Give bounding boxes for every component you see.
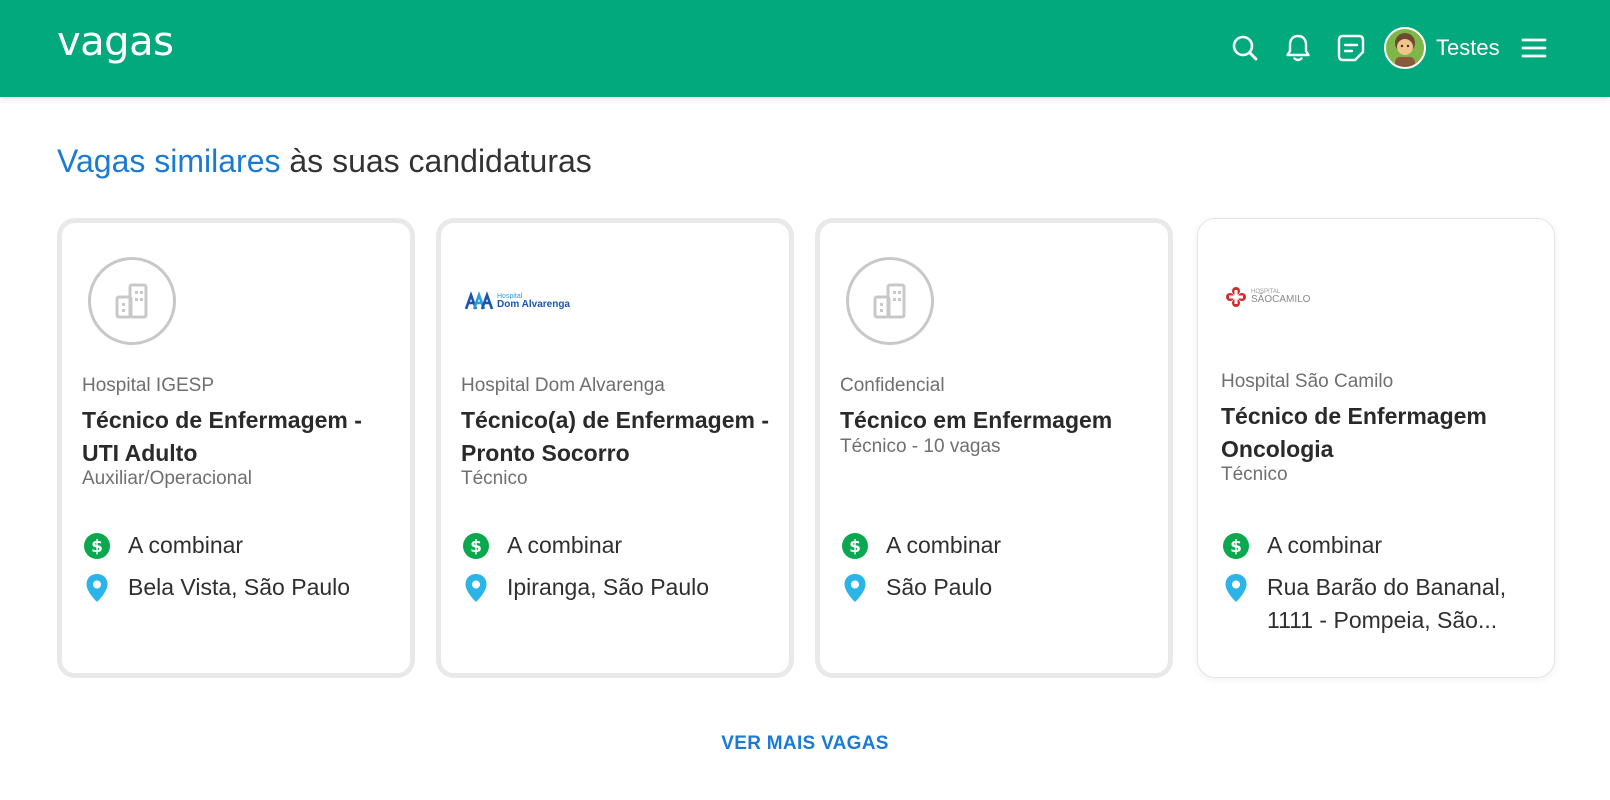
dollar-icon: $	[82, 529, 112, 562]
top-header: vagas Testes	[0, 0, 1610, 97]
location-pin-icon	[82, 571, 112, 604]
svg-text:$: $	[91, 537, 103, 557]
job-card[interactable]: HOSPITAL SÃOCAMILO Hospital São Camilo T…	[1197, 218, 1555, 678]
job-level: Técnico	[1221, 464, 1288, 485]
building-placeholder-icon	[88, 257, 176, 345]
menu-icon[interactable]	[1519, 33, 1549, 63]
location-text: São Paulo	[886, 574, 993, 600]
location-row: Ipiranga, São Paulo	[461, 571, 777, 604]
see-more-jobs-link[interactable]: VER MAIS VAGAS	[0, 733, 1610, 755]
hospital-sao-camilo-logo: HOSPITAL SÃOCAMILO	[1225, 279, 1310, 315]
section-title-highlight: Vagas similares	[57, 143, 281, 179]
job-title[interactable]: Técnico de Enfermagem - UTI Adulto	[82, 404, 398, 470]
company-name: Confidencial	[840, 375, 945, 396]
logo-text: SÃOCAMILO	[1251, 294, 1311, 305]
building-placeholder-icon	[846, 257, 934, 345]
salary-row: $ A combinar	[82, 529, 398, 562]
job-card[interactable]: Hospital Dom Alvarenga Hospital Dom Alva…	[436, 218, 794, 678]
bell-icon[interactable]	[1283, 33, 1313, 63]
dollar-icon: $	[840, 529, 870, 562]
hospital-dom-alvarenga-logo: Hospital Dom Alvarenga	[465, 283, 570, 319]
dollar-icon: $	[1221, 529, 1251, 562]
job-title[interactable]: Técnico de Enfermagem Oncologia	[1221, 400, 1537, 466]
salary-row: $ A combinar	[840, 529, 1156, 562]
salary-row: $ A combinar	[1221, 529, 1537, 562]
logo-text: Dom Alvarenga	[497, 298, 570, 310]
salary-row: $ A combinar	[461, 529, 777, 562]
avatar[interactable]	[1384, 27, 1426, 69]
job-level: Técnico - 10 vagas	[840, 436, 1001, 457]
job-card[interactable]: Hospital IGESP Técnico de Enfermagem - U…	[57, 218, 415, 678]
company-name: Hospital São Camilo	[1221, 371, 1394, 392]
section-title: Vagas similares às suas candidaturas	[57, 141, 592, 181]
user-name[interactable]: Testes	[1436, 35, 1500, 61]
company-name: Hospital IGESP	[82, 375, 214, 396]
location-pin-icon	[461, 571, 491, 604]
job-card[interactable]: Confidencial Técnico em Enfermagem Técni…	[815, 218, 1173, 678]
svg-text:$: $	[849, 537, 861, 557]
company-name: Hospital Dom Alvarenga	[461, 375, 665, 396]
job-title[interactable]: Técnico em Enfermagem	[840, 404, 1156, 437]
salary-text: A combinar	[886, 532, 1002, 558]
location-pin-icon	[840, 571, 870, 604]
location-text: Bela Vista, São Paulo	[128, 574, 351, 600]
location-pin-icon	[1221, 571, 1251, 604]
location-row: São Paulo	[840, 571, 1156, 604]
location-text: Ipiranga, São Paulo	[507, 574, 710, 600]
location-text: Rua Barão do Bananal, 1111 - Pompeia, Sã…	[1267, 574, 1507, 633]
job-title[interactable]: Técnico(a) de Enfermagem - Pronto Socorr…	[461, 404, 777, 470]
salary-text: A combinar	[507, 532, 623, 558]
search-icon[interactable]	[1230, 33, 1260, 63]
salary-text: A combinar	[128, 532, 244, 558]
vagas-logo[interactable]: vagas	[57, 22, 174, 62]
job-level: Auxiliar/Operacional	[82, 468, 253, 489]
svg-text:$: $	[1230, 537, 1242, 557]
job-level: Técnico	[461, 468, 528, 489]
location-row: Rua Barão do Bananal, 1111 - Pompeia, Sã…	[1221, 571, 1537, 637]
salary-text: A combinar	[1267, 532, 1383, 558]
message-icon[interactable]	[1336, 33, 1366, 63]
svg-text:$: $	[470, 537, 482, 557]
section-title-rest: às suas candidaturas	[280, 143, 592, 179]
dollar-icon: $	[461, 529, 491, 562]
location-row: Bela Vista, São Paulo	[82, 571, 398, 604]
